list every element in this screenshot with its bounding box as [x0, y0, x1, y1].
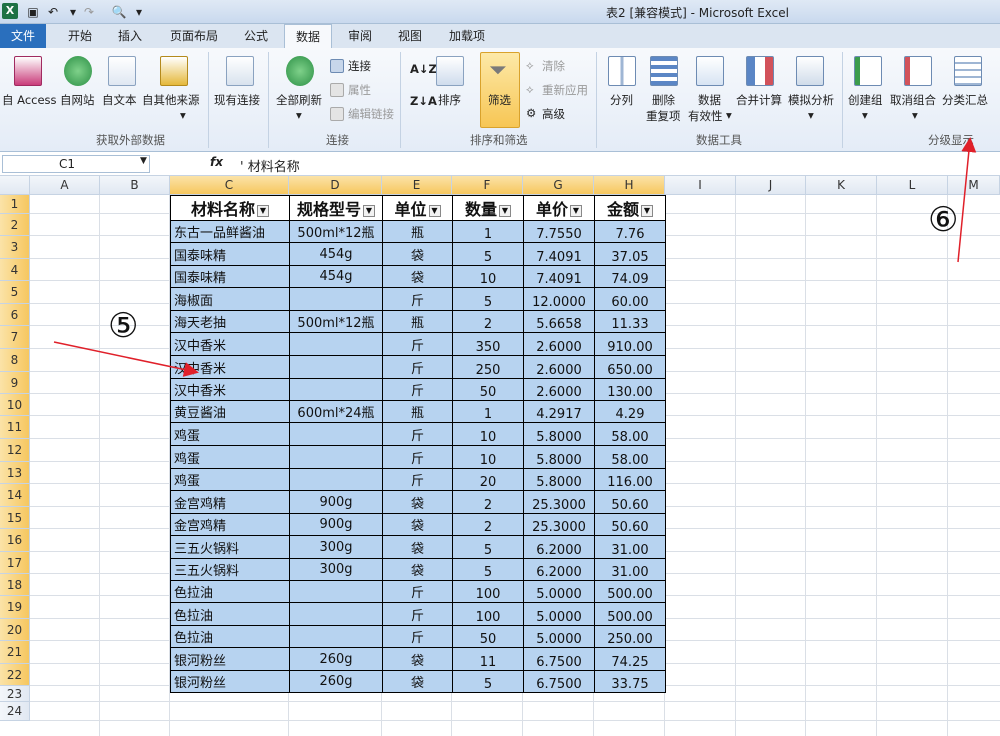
- annotation-arrows: [53, 137, 977, 377]
- arrow-to-table: [53, 341, 199, 377]
- arrow-to-subtotal: [957, 137, 977, 263]
